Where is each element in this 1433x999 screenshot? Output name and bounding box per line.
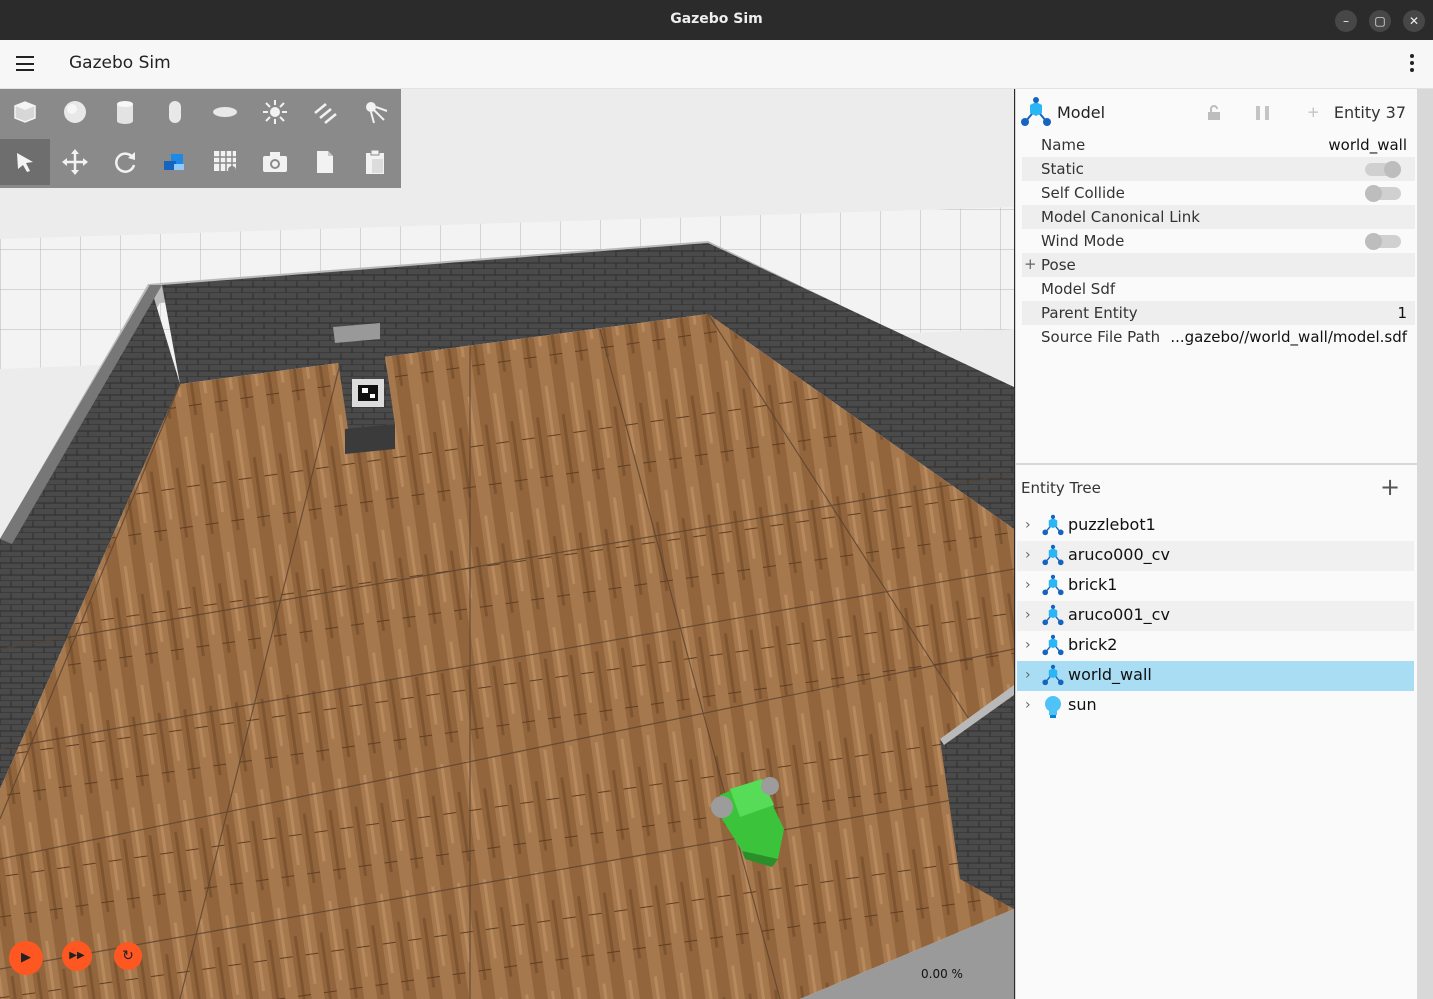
model-icon <box>1042 634 1064 656</box>
prop-self-collide: Self Collide <box>1022 181 1415 205</box>
prop-source-file-path: Source File Path ...gazebo//world_wall/m… <box>1041 328 1407 346</box>
translate-mode-icon[interactable] <box>50 139 100 185</box>
directional-light-icon[interactable] <box>300 89 350 135</box>
parent-entity-value: 1 <box>1397 304 1407 322</box>
chevron-right-icon[interactable]: › <box>1025 697 1031 713</box>
prop-pose[interactable]: + Pose <box>1022 253 1415 277</box>
3d-viewport[interactable]: ▶ ▶▶ ↻ 0.00 % <box>0 89 1014 999</box>
minimize-button[interactable]: – <box>1335 10 1357 32</box>
panel-scrollbar[interactable] <box>1417 89 1433 999</box>
tree-item-aruco001-cv[interactable]: › aruco001_cv <box>1017 601 1414 631</box>
model-icon <box>1042 604 1064 626</box>
step-button[interactable]: ▶▶ <box>62 941 92 971</box>
tree-item-world-wall[interactable]: › world_wall <box>1017 661 1414 691</box>
play-button[interactable]: ▶ <box>9 941 43 975</box>
prop-model-sdf: Model Sdf <box>1041 280 1116 298</box>
lock-icon[interactable] <box>1206 105 1222 121</box>
entity-id: Entity 37 <box>1333 103 1406 122</box>
real-time-factor: 0.00 % <box>921 967 963 981</box>
entity-tree-title: Entity Tree <box>1021 479 1101 497</box>
prop-model-canonical-link: Model Canonical Link <box>1022 205 1415 229</box>
copy-icon[interactable] <box>300 139 350 185</box>
app-title: Gazebo Sim <box>69 53 171 73</box>
point-light-icon[interactable] <box>250 89 300 135</box>
prop-static: Static <box>1022 157 1415 181</box>
add-entity-button[interactable]: + <box>1380 473 1400 501</box>
capsule-icon[interactable] <box>150 89 200 135</box>
prop-name-value: world_wall <box>1328 136 1407 154</box>
pause-icon[interactable] <box>1254 105 1272 121</box>
tree-item-sun[interactable]: › sun <box>1017 691 1414 721</box>
component-type: Model <box>1057 103 1106 122</box>
reset-button[interactable]: ↻ <box>114 942 142 970</box>
app-bar: Gazebo Sim <box>0 40 1433 89</box>
static-toggle[interactable] <box>1365 161 1401 178</box>
rotate-mode-icon[interactable] <box>100 139 150 185</box>
ellipsoid-icon[interactable] <box>200 89 250 135</box>
source-file-path-value: ...gazebo//world_wall/model.sdf <box>1170 328 1407 346</box>
select-mode-icon[interactable] <box>0 139 50 185</box>
tree-item-puzzlebot1[interactable]: › puzzlebot1 <box>1017 511 1414 541</box>
wind-mode-toggle[interactable] <box>1365 233 1401 250</box>
box-icon[interactable] <box>0 89 50 135</box>
window-titlebar: Gazebo Sim – ▢ ✕ <box>0 0 1433 40</box>
prop-wind-mode: Wind Mode <box>1022 229 1415 253</box>
chevron-right-icon[interactable]: › <box>1025 517 1031 533</box>
maximize-button[interactable]: ▢ <box>1369 10 1391 32</box>
window-title: Gazebo Sim <box>670 11 763 27</box>
model-icon <box>1042 574 1064 596</box>
sphere-icon[interactable] <box>50 89 100 135</box>
close-button[interactable]: ✕ <box>1403 10 1425 32</box>
chevron-right-icon[interactable]: › <box>1025 667 1031 683</box>
light-icon <box>1045 696 1061 718</box>
self-collide-toggle[interactable] <box>1365 185 1401 202</box>
model-icon <box>1042 514 1064 536</box>
cylinder-icon[interactable] <box>100 89 150 135</box>
menu-icon[interactable] <box>16 56 34 71</box>
model-icon <box>1042 664 1064 686</box>
scene-toolbar <box>0 89 401 188</box>
chevron-right-icon[interactable]: › <box>1025 547 1031 563</box>
snap-icon[interactable] <box>150 139 200 185</box>
grid-align-icon[interactable] <box>200 139 250 185</box>
right-panel: Model + Entity 37 Name world_wall Static… <box>1015 89 1418 999</box>
chevron-right-icon[interactable]: › <box>1025 607 1031 623</box>
tree-item-brick1[interactable]: › brick1 <box>1017 571 1414 601</box>
chevron-right-icon[interactable]: › <box>1025 577 1031 593</box>
model-icon <box>1021 97 1051 126</box>
paste-icon[interactable] <box>350 139 400 185</box>
expand-icon[interactable]: + <box>1024 255 1037 273</box>
more-options-icon[interactable] <box>1410 54 1414 75</box>
prop-parent-entity: Parent Entity 1 <box>1022 301 1415 325</box>
tree-item-brick2[interactable]: › brick2 <box>1017 631 1414 661</box>
add-component-button[interactable]: + <box>1307 103 1320 121</box>
component-inspector-header: Model + Entity 37 <box>1016 89 1418 135</box>
model-icon <box>1042 544 1064 566</box>
screenshot-icon[interactable] <box>250 139 300 185</box>
prop-name: Name world_wall <box>1041 136 1407 154</box>
spot-light-icon[interactable] <box>350 89 400 135</box>
scene-render <box>0 207 1014 999</box>
chevron-right-icon[interactable]: › <box>1025 637 1031 653</box>
panel-divider[interactable] <box>1016 463 1418 465</box>
tree-item-aruco000-cv[interactable]: › aruco000_cv <box>1017 541 1414 571</box>
